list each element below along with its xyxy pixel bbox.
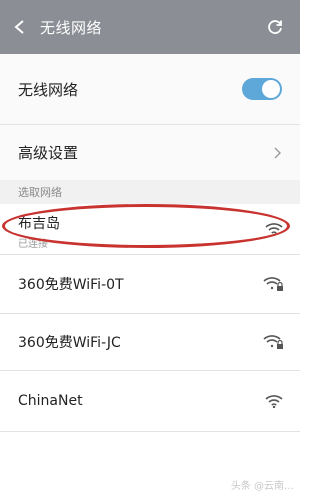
back-button[interactable] (0, 0, 40, 54)
wifi-toggle-row[interactable]: 无线网络 (0, 54, 300, 124)
wifi-locked-icon (263, 277, 283, 291)
advanced-settings-row[interactable]: 高级设置 (0, 125, 300, 180)
network-row-2[interactable]: 360免费WiFi-JC (0, 314, 300, 370)
highlight-circle (2, 204, 290, 248)
watermark: 头条 @云南… (230, 481, 294, 492)
network-row-3[interactable]: ChinaNet (0, 371, 300, 431)
network-name: ChinaNet (18, 393, 83, 409)
advanced-label: 高级设置 (18, 144, 79, 162)
wifi-label: 无线网络 (18, 80, 79, 99)
refresh-icon (268, 20, 282, 34)
title-bar: 无线网络 (0, 0, 300, 54)
wifi-signal-icon (265, 395, 283, 408)
back-arrow-icon (14, 20, 24, 34)
toggle-knob (262, 80, 280, 98)
network-name: 360免费WiFi-0T (18, 277, 124, 293)
wifi-locked-icon (263, 335, 283, 349)
page-title: 无线网络 (40, 18, 103, 37)
chevron-right-icon (274, 147, 281, 158)
wifi-toggle[interactable] (242, 78, 282, 100)
list-bottom: 头条 @云南… (0, 432, 300, 500)
network-row-1[interactable]: 360免费WiFi-0T (0, 255, 300, 313)
refresh-button[interactable] (250, 0, 300, 54)
network-name: 360免费WiFi-JC (18, 335, 121, 351)
section-label: 选取网络 (0, 180, 300, 204)
